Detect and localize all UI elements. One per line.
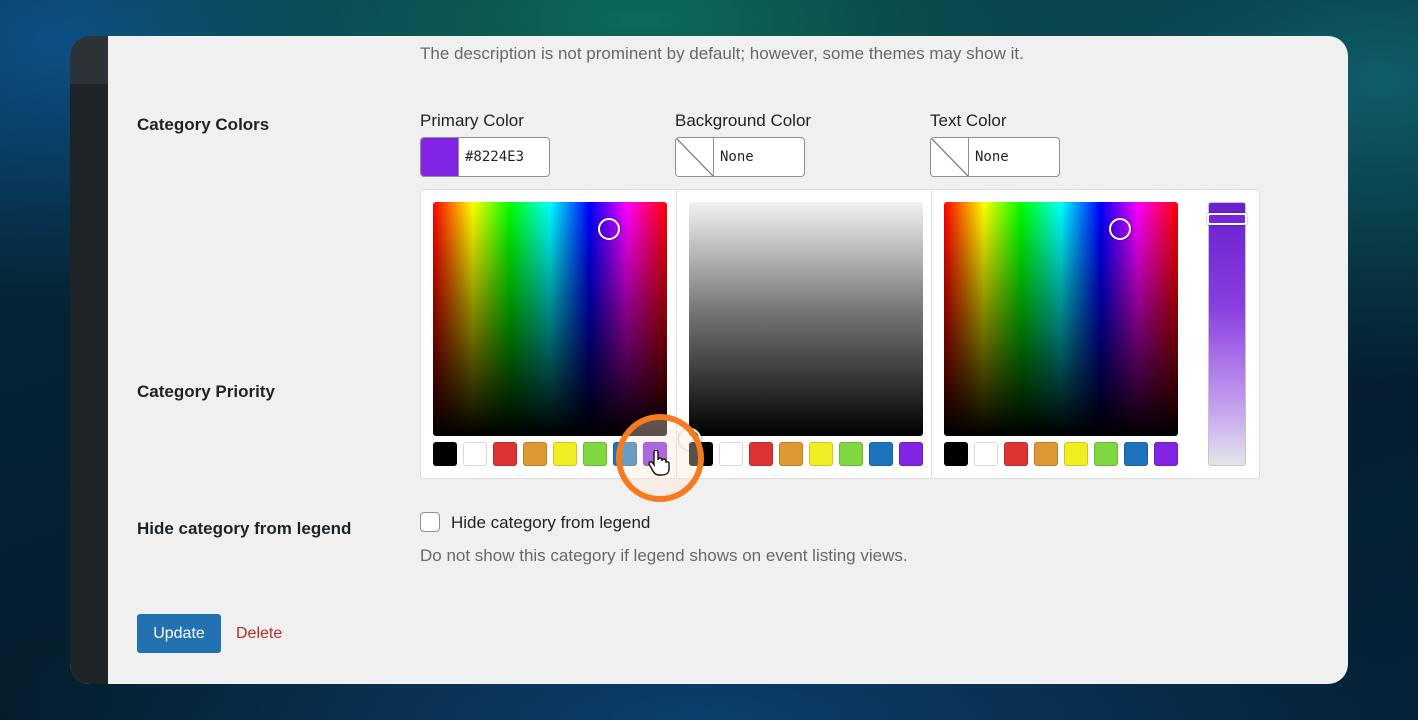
text-color-slider-handle[interactable] <box>1207 213 1247 225</box>
text-palette-swatch-4[interactable] <box>1064 442 1088 466</box>
primary-color-spectrum[interactable] <box>433 202 667 436</box>
text-palette-swatch-3[interactable] <box>1034 442 1058 466</box>
primary-palette-swatch-3[interactable] <box>523 442 547 466</box>
background-palette-swatch-1[interactable] <box>719 442 743 466</box>
category-priority-label: Category Priority <box>137 382 275 401</box>
hide-legend-label: Hide category from legend <box>137 519 352 538</box>
text-palette-swatch-2[interactable] <box>1004 442 1028 466</box>
text-color-value[interactable]: None <box>969 138 1059 176</box>
description-hint: The description is not prominent by defa… <box>420 44 1024 63</box>
background-color-field[interactable]: None <box>675 137 805 177</box>
background-palette-swatch-3[interactable] <box>779 442 803 466</box>
text-palette-swatch-5[interactable] <box>1094 442 1118 466</box>
text-palette <box>944 442 1178 466</box>
hide-legend-description: Do not show this category if legend show… <box>420 546 908 565</box>
admin-sidebar <box>70 36 108 684</box>
text-spectrum-handle[interactable] <box>1109 218 1131 240</box>
background-color-spectrum[interactable] <box>689 202 923 436</box>
primary-spectrum-handle[interactable] <box>598 218 620 240</box>
background-color-value[interactable]: None <box>714 138 804 176</box>
background-color-label: Background Color <box>675 111 812 130</box>
text-color-label: Text Color <box>930 111 1007 130</box>
primary-color-label: Primary Color <box>420 111 524 130</box>
background-color-picker[interactable] <box>676 189 934 479</box>
category-colors-label: Category Colors <box>137 115 270 134</box>
text-palette-swatch-1[interactable] <box>974 442 998 466</box>
background-palette <box>689 442 923 466</box>
primary-color-value[interactable]: #8224E3 <box>459 138 549 176</box>
delete-link[interactable]: Delete <box>236 625 282 643</box>
background-palette-swatch-2[interactable] <box>749 442 773 466</box>
background-palette-swatch-5[interactable] <box>839 442 863 466</box>
text-color-slider[interactable] <box>1207 202 1247 466</box>
primary-palette-swatch-0[interactable] <box>433 442 457 466</box>
primary-palette-swatch-2[interactable] <box>493 442 517 466</box>
background-palette-swatch-6[interactable] <box>869 442 893 466</box>
text-palette-swatch-7[interactable] <box>1154 442 1178 466</box>
primary-palette-swatch-4[interactable] <box>553 442 577 466</box>
hide-legend-checkbox-label[interactable]: Hide category from legend <box>451 513 650 533</box>
primary-color-swatch[interactable] <box>421 138 459 176</box>
background-palette-swatch-7[interactable] <box>899 442 923 466</box>
text-palette-swatch-6[interactable] <box>1124 442 1148 466</box>
text-color-picker[interactable] <box>931 189 1260 479</box>
primary-color-field[interactable]: #8224E3 <box>420 137 550 177</box>
primary-palette-swatch-1[interactable] <box>463 442 487 466</box>
hide-legend-checkbox[interactable] <box>420 512 440 532</box>
sidebar-top <box>70 36 108 84</box>
text-palette-swatch-0[interactable] <box>944 442 968 466</box>
background-color-swatch[interactable] <box>676 138 714 176</box>
text-color-field[interactable]: None <box>930 137 1060 177</box>
primary-palette-swatch-5[interactable] <box>583 442 607 466</box>
update-button[interactable]: Update <box>137 614 221 653</box>
background-palette-swatch-4[interactable] <box>809 442 833 466</box>
settings-window: The description is not prominent by defa… <box>70 36 1348 684</box>
text-color-swatch[interactable] <box>931 138 969 176</box>
text-color-spectrum[interactable] <box>944 202 1178 436</box>
hand-pointer-icon <box>648 450 670 476</box>
